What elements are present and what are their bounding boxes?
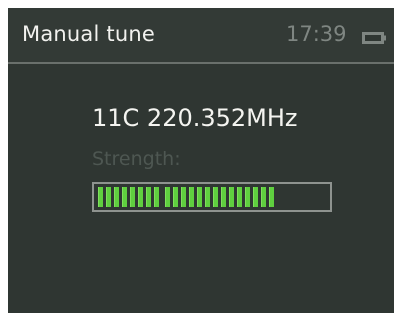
strength-segment — [237, 187, 242, 207]
strength-segment — [245, 187, 250, 207]
strength-segment — [138, 187, 143, 207]
strength-segment — [253, 187, 258, 207]
strength-segment — [146, 187, 151, 207]
strength-segment — [130, 187, 135, 207]
strength-segment — [122, 187, 127, 207]
screen-title: Manual tune — [22, 22, 155, 46]
strength-segment — [114, 187, 119, 207]
radio-display: Manual tune 17:39 11C 220.352MHz Strengt… — [8, 8, 394, 313]
strength-segment — [213, 187, 218, 207]
strength-segment — [189, 187, 194, 207]
station-frequency: 11C 220.352MHz — [92, 104, 298, 132]
strength-segment — [229, 187, 234, 207]
strength-segment — [165, 187, 170, 207]
signal-strength-meter — [92, 182, 332, 212]
strength-segment — [181, 187, 186, 207]
strength-segment — [98, 187, 103, 207]
signal-strength-fill — [98, 187, 277, 207]
strength-segment — [205, 187, 210, 207]
clock: 17:39 — [286, 22, 347, 46]
strength-segment — [106, 187, 111, 207]
strength-segment — [197, 187, 202, 207]
title-bar: Manual tune 17:39 — [8, 8, 394, 64]
strength-segment — [221, 187, 226, 207]
battery-icon — [362, 32, 386, 44]
strength-segment — [269, 187, 274, 207]
strength-segment — [173, 187, 178, 207]
strength-label: Strength: — [92, 148, 181, 170]
strength-segment — [261, 187, 266, 207]
strength-segment — [154, 187, 159, 207]
